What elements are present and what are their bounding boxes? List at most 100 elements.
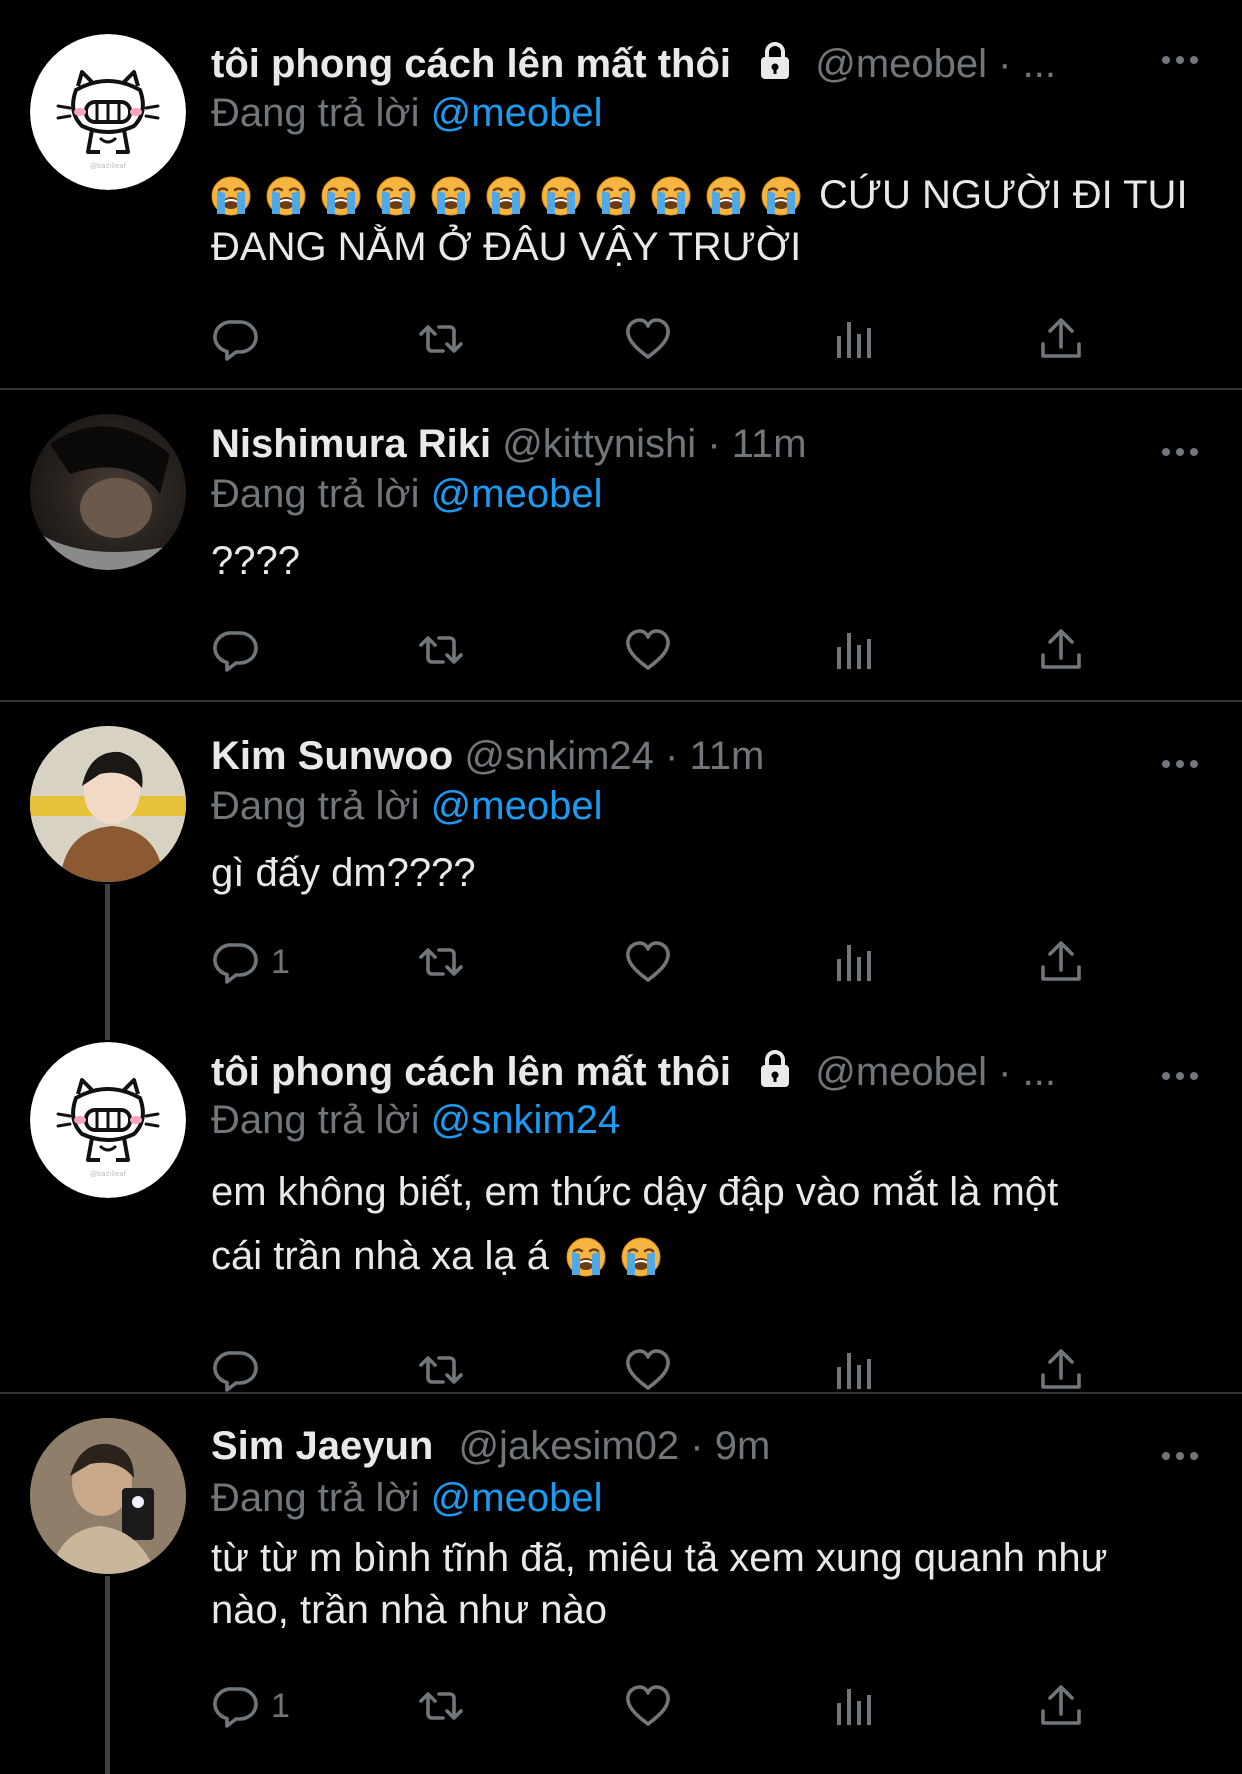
reply-button[interactable]: 1: [211, 1679, 290, 1733]
retweet-icon: [416, 937, 466, 987]
reply-button[interactable]: [211, 1343, 271, 1397]
reply-button[interactable]: [211, 623, 271, 677]
share-button[interactable]: [1036, 1343, 1086, 1397]
like-button[interactable]: [623, 1343, 673, 1397]
cat-avatar-icon: [30, 34, 186, 190]
reply-icon: [211, 1681, 261, 1731]
like-button[interactable]: [623, 935, 673, 989]
share-button[interactable]: [1036, 312, 1086, 366]
handle[interactable]: @meobel: [815, 1050, 987, 1094]
avatar[interactable]: [30, 726, 186, 882]
reply-icon: [211, 314, 261, 364]
tweet-text: ????: [211, 539, 300, 583]
reply-icon: [211, 625, 261, 675]
handle[interactable]: @jakesim02: [458, 1424, 679, 1468]
tweet-3[interactable]: Kim Sunwoo @snkim24 · 11m Đang trả lời @…: [0, 704, 1242, 1040]
loudly-crying-face-emoji-icon: [431, 176, 471, 216]
views-button[interactable]: [830, 1679, 880, 1733]
tweet-text: gì đấy dm????: [211, 851, 476, 895]
more-options-icon[interactable]: [1160, 50, 1200, 70]
reply-prefix: Đang trả lời: [211, 1476, 420, 1520]
retweet-button[interactable]: [416, 1343, 466, 1397]
divider: [0, 700, 1242, 702]
more-options-icon[interactable]: [1160, 1446, 1200, 1466]
emoji-row: [566, 1237, 661, 1277]
like-button[interactable]: [623, 623, 673, 677]
handle[interactable]: @meobel: [815, 42, 987, 86]
like-button[interactable]: [623, 312, 673, 366]
reply-mention[interactable]: @snkim24: [431, 1098, 621, 1142]
reply-icon: [211, 937, 261, 987]
retweet-button[interactable]: [416, 312, 466, 366]
tweet-text: từ từ m bình tĩnh đã, miêu tả xem xung q…: [211, 1532, 1221, 1636]
handle[interactable]: @snkim24: [464, 734, 654, 778]
avatar[interactable]: [30, 1042, 186, 1198]
retweet-button[interactable]: [416, 935, 466, 989]
tweet-text: CỨU NGƯỜI ĐI TUI ĐANG NẰM Ở ĐÂU VẬY TRƯỜ…: [211, 169, 1221, 273]
timestamp: · 11m: [707, 422, 807, 466]
views-icon: [830, 625, 880, 675]
views-button[interactable]: [830, 935, 880, 989]
views-button[interactable]: [830, 312, 880, 366]
display-name[interactable]: Kim Sunwoo: [211, 734, 453, 778]
loudly-crying-face-emoji-icon: [621, 1237, 661, 1277]
emoji-row: [211, 176, 801, 216]
share-icon: [1036, 625, 1086, 675]
more-options-icon[interactable]: [1160, 442, 1200, 462]
views-icon: [830, 314, 880, 364]
like-button[interactable]: [623, 1679, 673, 1733]
views-button[interactable]: [830, 1343, 880, 1397]
reply-button[interactable]: 1: [211, 935, 290, 989]
share-icon: [1036, 1681, 1086, 1731]
tweet-header: Kim Sunwoo @snkim24 · 11m: [211, 728, 764, 784]
replying-to: Đang trả lời @meobel: [211, 466, 602, 522]
display-name[interactable]: Sim Jaeyun: [211, 1424, 433, 1468]
share-button[interactable]: [1036, 1679, 1086, 1733]
tweet-text-line1: em không biết, em thức dậy đập vào mắt l…: [211, 1170, 1059, 1214]
replying-to: Đang trả lời @snkim24: [211, 1092, 620, 1148]
heart-icon: [623, 314, 673, 364]
tweet-text-line1: từ từ m bình tĩnh đã, miêu tả xem xung q…: [211, 1536, 1108, 1580]
display-name[interactable]: tôi phong cách lên mất thôi: [211, 1050, 731, 1094]
timestamp: · 9m: [690, 1424, 771, 1468]
tweet-1[interactable]: tôi phong cách lên mất thôi @meobel · ..…: [0, 0, 1242, 386]
tweet-4[interactable]: tôi phong cách lên mất thôi @meobel · ..…: [0, 1040, 1242, 1390]
tweet-5[interactable]: Sim Jaeyun @jakesim02 · 9m Đang trả lời …: [0, 1396, 1242, 1774]
reply-mention[interactable]: @meobel: [431, 784, 603, 828]
loudly-crying-face-emoji-icon: [266, 176, 306, 216]
share-button[interactable]: [1036, 623, 1086, 677]
reply-mention[interactable]: @meobel: [431, 1476, 603, 1520]
loudly-crying-face-emoji-icon: [541, 176, 581, 216]
reply-mention[interactable]: @meobel: [431, 472, 603, 516]
replying-to: Đang trả lời @meobel: [211, 1470, 602, 1526]
tweet-text: em không biết, em thức dậy đập vào mắt l…: [211, 1160, 1221, 1288]
avatar[interactable]: [30, 414, 186, 570]
tweet-2[interactable]: Nishimura Riki @kittynishi · 11m Đang tr…: [0, 392, 1242, 698]
loudly-crying-face-emoji-icon: [376, 176, 416, 216]
tweet-text-line2: nào, trần nhà như nào: [211, 1588, 607, 1632]
reply-prefix: Đang trả lời: [211, 91, 420, 135]
avatar[interactable]: [30, 1418, 186, 1574]
more-options-icon[interactable]: [1160, 1066, 1200, 1086]
display-name[interactable]: Nishimura Riki: [211, 422, 491, 466]
reply-button[interactable]: [211, 312, 271, 366]
views-button[interactable]: [830, 623, 880, 677]
more-options-icon[interactable]: [1160, 754, 1200, 774]
retweet-icon: [416, 1345, 466, 1395]
reply-prefix: Đang trả lời: [211, 1098, 420, 1142]
views-icon: [830, 1345, 880, 1395]
loudly-crying-face-emoji-icon: [761, 176, 801, 216]
reply-mention[interactable]: @meobel: [431, 91, 603, 135]
avatar[interactable]: [30, 34, 186, 190]
share-button[interactable]: [1036, 935, 1086, 989]
tweet-header: Nishimura Riki @kittynishi · 11m: [211, 416, 807, 472]
loudly-crying-face-emoji-icon: [486, 176, 526, 216]
loudly-crying-face-emoji-icon: [706, 176, 746, 216]
reply-prefix: Đang trả lời: [211, 784, 420, 828]
retweet-button[interactable]: [416, 623, 466, 677]
retweet-button[interactable]: [416, 1679, 466, 1733]
timestamp: · ...: [998, 42, 1056, 86]
retweet-icon: [416, 1681, 466, 1731]
handle[interactable]: @kittynishi: [502, 422, 696, 466]
display-name[interactable]: tôi phong cách lên mất thôi: [211, 42, 731, 86]
